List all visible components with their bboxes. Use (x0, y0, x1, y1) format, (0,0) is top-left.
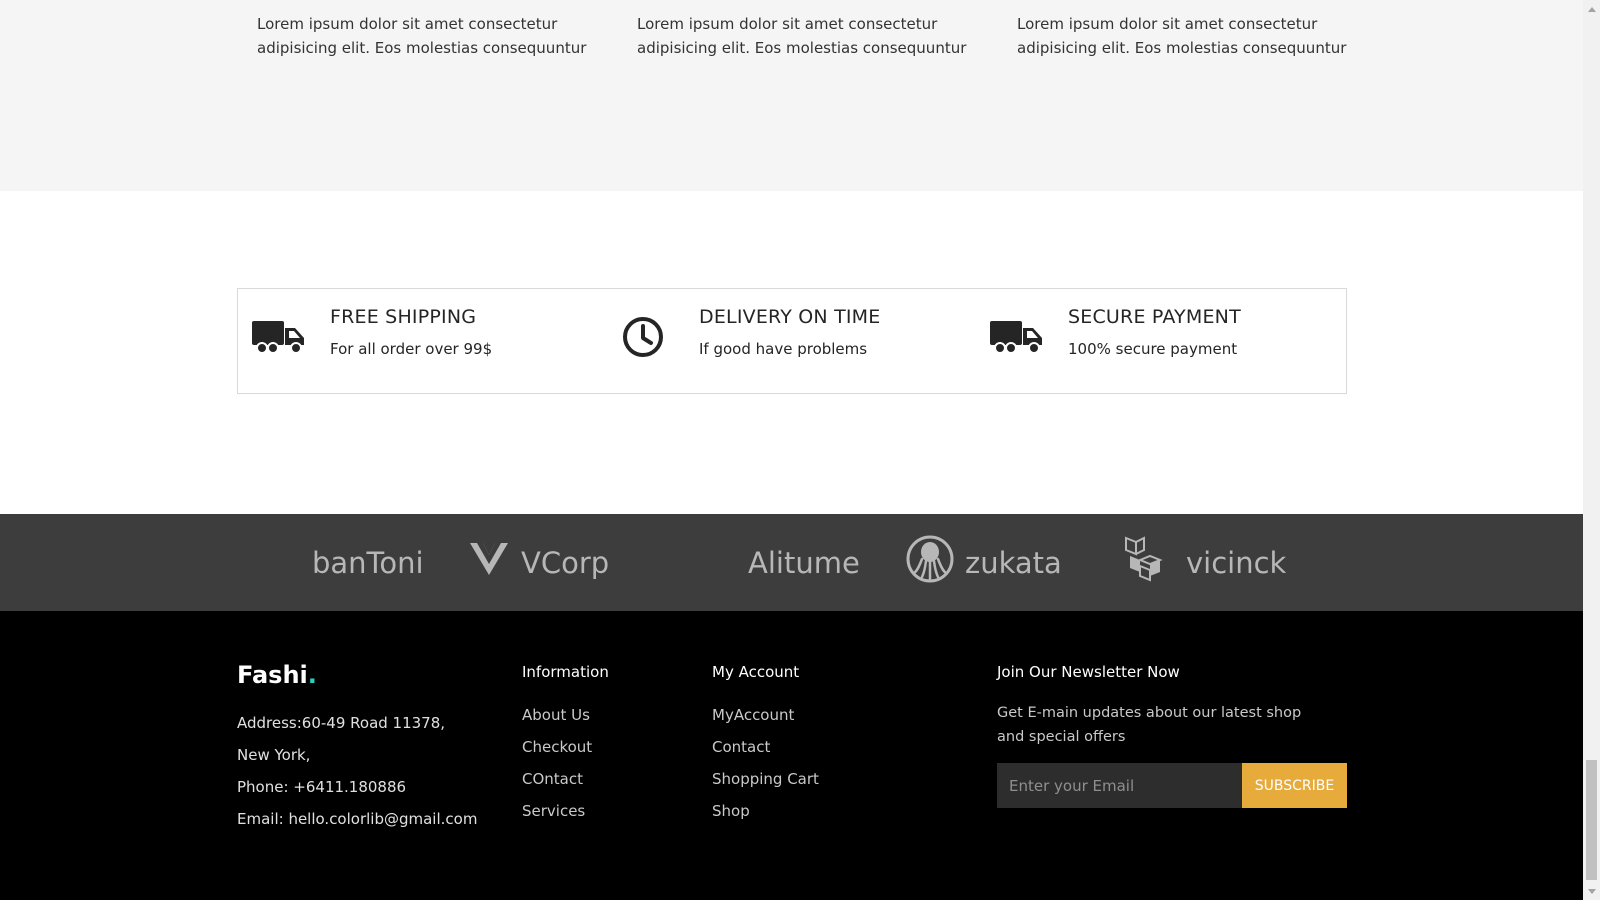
truck-icon (252, 315, 306, 359)
benefit-title: FREE SHIPPING (330, 306, 477, 328)
scrollbar-thumb[interactable] (1586, 760, 1597, 880)
contact-phone: Phone: +6411.180886 (237, 778, 407, 796)
truck-icon (990, 315, 1044, 359)
partner-logo-alitume[interactable]: Alitume (748, 514, 860, 611)
my-account-title: My Account (712, 663, 800, 681)
link-about-us[interactable]: About Us (522, 706, 590, 724)
scroll-up-arrow-icon[interactable] (1583, 0, 1600, 17)
brand-name: Fashi (237, 661, 308, 689)
link-services[interactable]: Services (522, 802, 585, 820)
partner-name: Alitume (748, 545, 860, 580)
benefit-title: SECURE PAYMENT (1068, 306, 1241, 328)
link-account-contact[interactable]: Contact (712, 738, 770, 756)
partner-logo-zukata[interactable]: zukata (905, 514, 1062, 611)
benefit-subtitle: 100% secure payment (1068, 340, 1238, 358)
benefit-title: DELIVERY ON TIME (699, 306, 881, 328)
benefit-subtitle: For all order over 99$ (330, 340, 493, 358)
partner-logo-vicinck[interactable]: vicinck (1122, 514, 1286, 611)
octopus-logo-icon (905, 535, 955, 590)
page: Lorem ipsum dolor sit amet consectetur a… (0, 0, 1583, 900)
benefit-free-shipping: FREE SHIPPING For all order over 99$ (238, 289, 598, 393)
partner-name: vicinck (1186, 545, 1287, 580)
newsletter-title: Join Our Newsletter Now (997, 663, 1180, 681)
newsletter-description: Get E-main updates about our latest shop… (997, 705, 1302, 745)
scroll-down-arrow-icon[interactable] (1583, 883, 1600, 900)
vertical-scrollbar[interactable] (1583, 0, 1600, 900)
link-contact[interactable]: COntact (522, 770, 583, 788)
link-shop[interactable]: Shop (712, 802, 750, 820)
information-title: Information (522, 663, 609, 681)
subscribe-button[interactable]: SUBSCRIBE (1242, 763, 1347, 808)
brand-dot: . (307, 661, 317, 689)
link-checkout[interactable]: Checkout (522, 738, 592, 756)
partner-logos: banToni VCorp Alitume zukata vicinck (0, 514, 1583, 611)
blog-excerpt: Lorem ipsum dolor sit amet consectetur a… (257, 15, 587, 57)
clock-icon (621, 315, 675, 359)
v-logo-icon (469, 541, 509, 584)
newsletter-email-input[interactable] (997, 763, 1242, 808)
benefit-delivery-on-time: DELIVERY ON TIME If good have problems (607, 289, 967, 393)
benefit-subtitle: If good have problems (699, 340, 868, 358)
partner-name: zukata (965, 545, 1062, 580)
cubes-logo-icon (1122, 536, 1164, 589)
partner-name: banToni (312, 545, 424, 580)
partner-logo-bantoni[interactable]: banToni (312, 514, 424, 611)
blog-excerpt: Lorem ipsum dolor sit amet consectetur a… (637, 15, 967, 57)
contact-address: Address:60-49 Road 11378, (237, 714, 446, 732)
footer: Fashi. Address:60-49 Road 11378, New Yor… (0, 611, 1583, 900)
benefit-secure-payment: SECURE PAYMENT 100% secure payment (976, 289, 1336, 393)
contact-city: New York, (237, 746, 311, 764)
footer-logo[interactable]: Fashi. (237, 661, 317, 689)
partner-logo-vcorp[interactable]: VCorp (469, 514, 609, 611)
partner-name: VCorp (521, 545, 610, 580)
link-shopping-cart[interactable]: Shopping Cart (712, 770, 819, 788)
contact-email: Email: hello.colorlib@gmail.com (237, 810, 478, 828)
blog-excerpt: Lorem ipsum dolor sit amet consectetur a… (1017, 15, 1347, 57)
link-my-account[interactable]: MyAccount (712, 706, 794, 724)
blog-section: Lorem ipsum dolor sit amet consectetur a… (0, 0, 1583, 191)
benefits-box: FREE SHIPPING For all order over 99$ DEL… (237, 288, 1347, 394)
